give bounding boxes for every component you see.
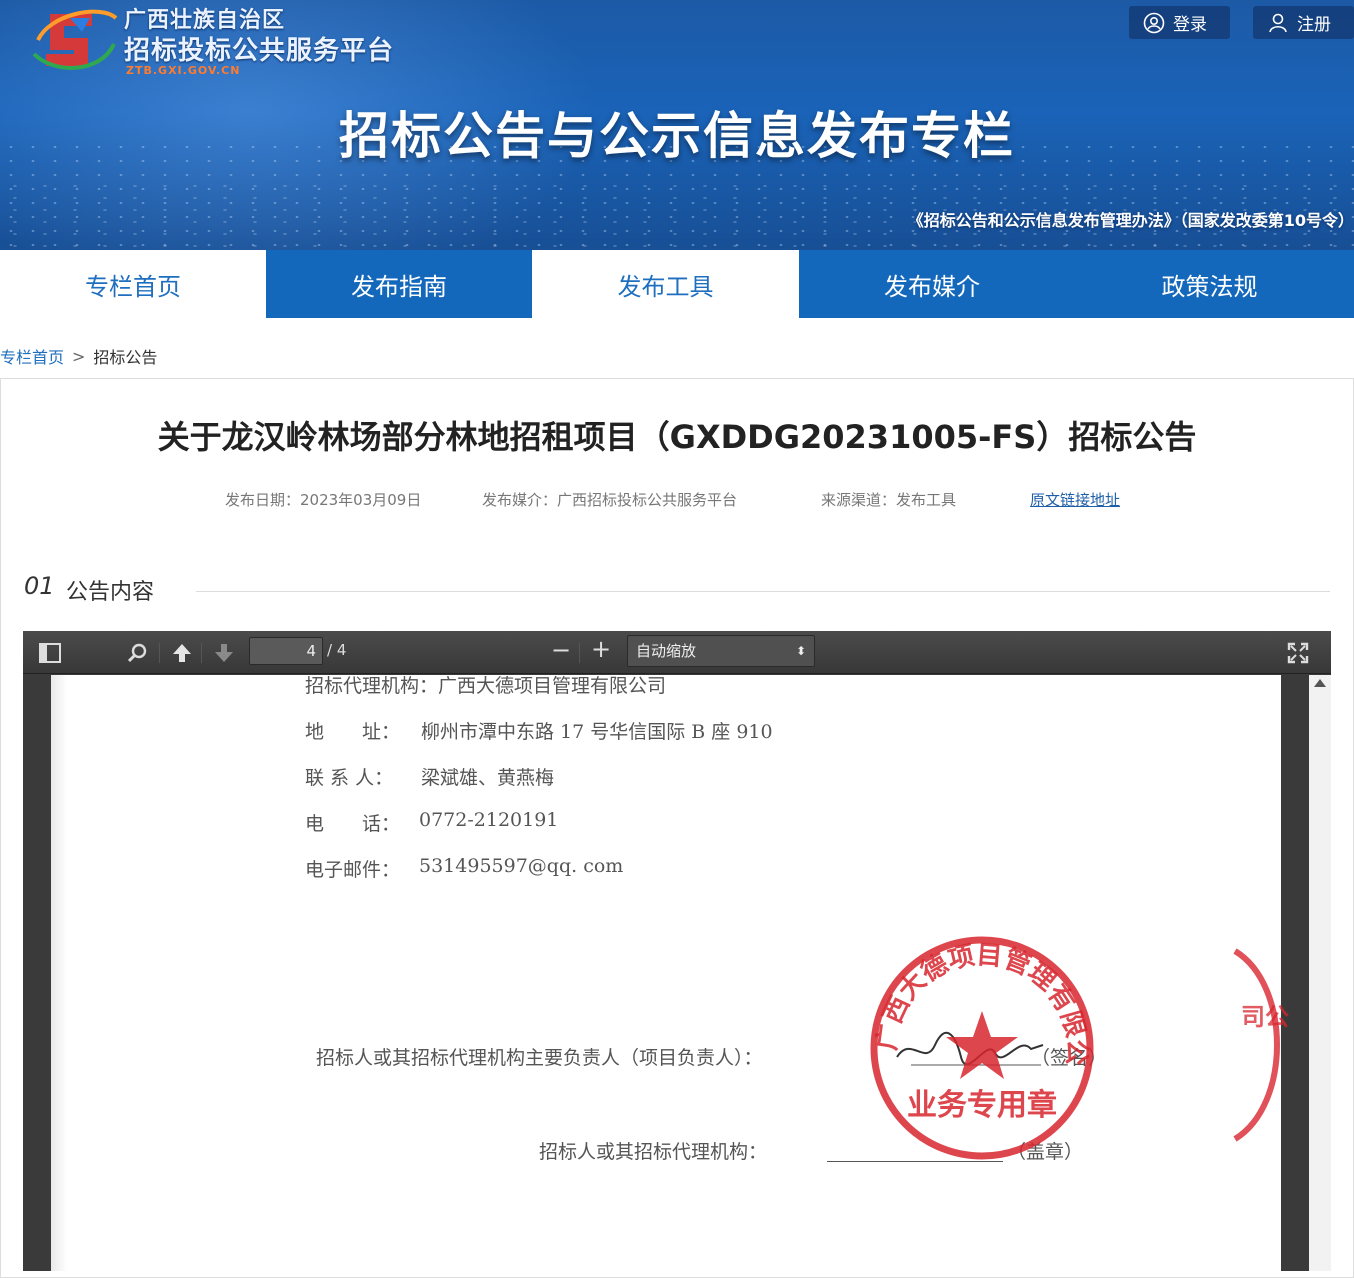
- register-button[interactable]: 注册: [1253, 6, 1354, 39]
- toolbar-separator: [579, 643, 580, 663]
- breadcrumb-current: 招标公告: [93, 348, 158, 367]
- pdf-address-value: 柳州市潭中东路 17 号华信国际 B 座 910: [421, 721, 773, 743]
- page-total: / 4: [327, 641, 347, 659]
- scroll-up-arrow-icon[interactable]: [1314, 679, 1326, 687]
- pdf-email-value: 531495597@qq. com: [419, 855, 624, 877]
- pdf-toolbar: 4 / 4 − + 自动缩放 ⬍: [23, 631, 1331, 674]
- company-seal-icon: 广西大德项目管理有限公司 业务专用章: [867, 933, 1094, 1160]
- seal-text-inner: 业务专用章: [907, 1088, 1057, 1123]
- section-number: 01: [24, 572, 55, 600]
- partial-seal-icon: 司公: [1233, 948, 1289, 1142]
- previous-page-icon[interactable]: [171, 642, 193, 664]
- pdf-phone-value: 0772-2120191: [419, 809, 559, 831]
- sidebar-toggle-icon[interactable]: [39, 643, 61, 663]
- zoom-select[interactable]: 自动缩放 ⬍: [627, 635, 815, 667]
- user-icon: [1269, 13, 1287, 32]
- header-banner: 广西壮族自治区 招标投标公共服务平台 ZTB.GXI.GOV.CN 登录 注册 …: [0, 0, 1354, 250]
- logo-title-line2: 招标投标公共服务平台: [124, 36, 395, 66]
- register-label: 注册: [1297, 15, 1331, 35]
- pdf-viewer: 4 / 4 − + 自动缩放 ⬍ 招标代理机构：广西大德项目管理有限公司 地 址…: [23, 631, 1331, 1271]
- section-divider: [196, 591, 1330, 592]
- partial-seal-text: 司公: [1241, 1002, 1289, 1031]
- pdf-address-label: 地 址：: [305, 721, 401, 743]
- banner-title: 招标公告与公示信息发布专栏: [339, 107, 1015, 165]
- pdf-phone-label: 电 话：: [305, 813, 401, 835]
- pdf-scrollbar[interactable]: [1309, 675, 1331, 1271]
- breadcrumb-home-link[interactable]: 专栏首页: [0, 344, 64, 368]
- next-page-icon[interactable]: [213, 642, 235, 664]
- breadcrumb-separator: >: [72, 346, 86, 366]
- login-label: 登录: [1173, 15, 1207, 35]
- nav-item-policy[interactable]: 政策法规: [1065, 250, 1354, 318]
- nav-item-guide[interactable]: 发布指南: [266, 250, 532, 318]
- select-arrows-icon: ⬍: [795, 644, 806, 658]
- fullscreen-icon[interactable]: [1287, 642, 1309, 664]
- zoom-select-value: 自动缩放: [636, 642, 697, 660]
- zoom-in-button[interactable]: +: [591, 637, 611, 661]
- toolbar-separator: [159, 643, 160, 663]
- nav-item-media[interactable]: 发布媒介: [799, 250, 1065, 318]
- banner-subtitle: 《招标公告和公示信息发布管理办法》（国家发改委第10号令）: [907, 211, 1354, 230]
- pdf-agency-line: 招标代理机构：广西大德项目管理有限公司: [305, 675, 667, 697]
- toolbar-separator: [201, 643, 202, 663]
- breadcrumb: 专栏首页 > 招标公告: [0, 344, 157, 368]
- publish-media: 发布媒介：广西招标投标公共服务平台: [482, 491, 738, 509]
- pdf-email-label: 电子邮件：: [305, 859, 401, 881]
- pdf-page: 招标代理机构：广西大德项目管理有限公司 地 址： 柳州市潭中东路 17 号华信国…: [51, 675, 1289, 1271]
- source-channel: 来源渠道：发布工具: [821, 491, 957, 509]
- pdf-sign-line: 招标人或其招标代理机构主要负责人（项目负责人）：: [316, 1047, 763, 1069]
- publish-date: 发布日期：2023年03月09日: [225, 491, 422, 509]
- nav-item-home[interactable]: 专栏首页: [0, 250, 266, 318]
- user-circle-icon: [1143, 12, 1165, 33]
- page-title: 关于龙汉岭林场部分林地招租项目（GXDDG20231005-FS）招标公告: [157, 418, 1197, 456]
- search-icon[interactable]: [127, 642, 149, 664]
- pdf-page-edge: [51, 675, 67, 1271]
- platform-logo-icon[interactable]: [30, 4, 120, 76]
- nav-item-tools[interactable]: 发布工具: [532, 250, 799, 318]
- page-number-input[interactable]: 4: [249, 637, 323, 665]
- pdf-contact-label: 联 系 人：: [305, 767, 394, 789]
- login-button[interactable]: 登录: [1129, 6, 1230, 39]
- section-title: 公告内容: [66, 580, 155, 605]
- original-link[interactable]: 原文链接地址: [1030, 489, 1120, 510]
- logo-url: ZTB.GXI.GOV.CN: [126, 64, 241, 77]
- main-nav: 专栏首页 发布指南 发布工具 发布媒介 政策法规: [0, 250, 1354, 318]
- pdf-contact-value: 梁斌雄、黄燕梅: [421, 767, 555, 789]
- zoom-out-button[interactable]: −: [551, 638, 571, 662]
- pdf-seal-line: 招标人或其招标代理机构：: [539, 1141, 768, 1163]
